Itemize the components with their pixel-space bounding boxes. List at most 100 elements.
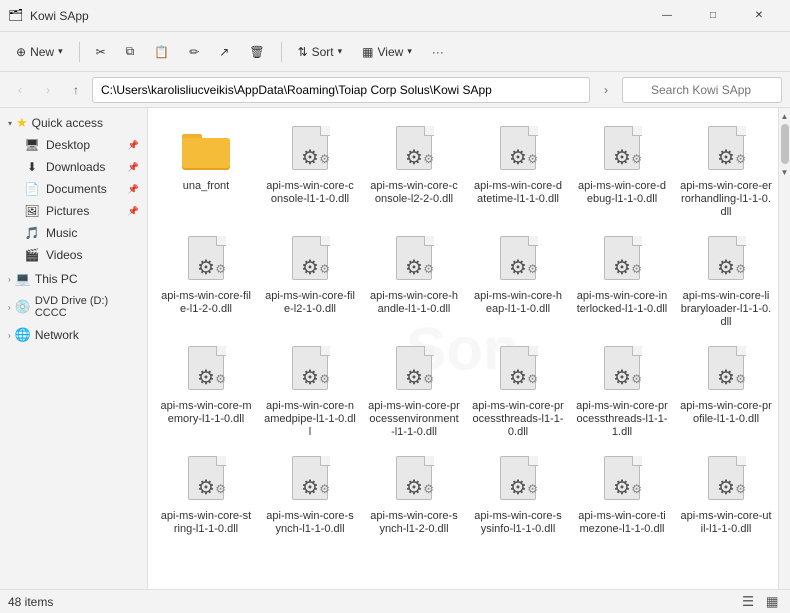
dll-icon: ⚙ ⚙ [598, 452, 646, 508]
this-pc-header[interactable]: › 💻 This PC [0, 268, 147, 290]
file-label: api-ms-win-core-synch-l1-2-0.dll [368, 510, 460, 536]
right-scrollbar[interactable]: ▲ ▼ [778, 108, 790, 589]
file-item[interactable]: ⚙ ⚙ api-ms-win-core-handle-l1-1-0.dll [364, 226, 464, 332]
file-item[interactable]: ⚙ ⚙ api-ms-win-core-processenvironment-l… [364, 336, 464, 442]
dll-icon: ⚙ ⚙ [598, 342, 646, 398]
file-label: api-ms-win-core-interlocked-l1-1-0.dll [576, 290, 668, 316]
window-title: Kowi SApp [30, 9, 644, 23]
sidebar-item-pictures[interactable]: 🖼 Pictures 📌 [0, 200, 147, 222]
file-item[interactable]: ⚙ ⚙ api-ms-win-core-file-l2-1-0.dll [260, 226, 360, 332]
small-gear-icon: ⚙ [319, 152, 330, 166]
dll-icon: ⚙ ⚙ [390, 452, 438, 508]
small-gear-icon: ⚙ [215, 262, 226, 276]
file-item[interactable]: ⚙ ⚙ api-ms-win-core-datetime-l1-1-0.dll [468, 116, 568, 222]
more-button[interactable]: ··· [424, 41, 452, 63]
sort-button[interactable]: ⇅ Sort ▾ [290, 41, 351, 63]
file-item[interactable]: ⚙ ⚙ api-ms-win-core-interlocked-l1-1-0.d… [572, 226, 672, 332]
file-item[interactable]: ⚙ ⚙ api-ms-win-core-namedpipe-l1-1-0.dll [260, 336, 360, 442]
search-input[interactable] [622, 77, 782, 103]
small-gear-icon: ⚙ [319, 482, 330, 496]
address-bar: ‹ › ↑ › 🔍 [0, 72, 790, 108]
file-item[interactable]: ⚙ ⚙ api-ms-win-core-profile-l1-1-0.dll [676, 336, 776, 442]
sidebar-item-desktop[interactable]: 🖥 Desktop 📌 [0, 134, 147, 156]
sidebar-item-videos[interactable]: 🎬 Videos [0, 244, 147, 266]
quick-access-header[interactable]: ▾ ★ Quick access [0, 112, 147, 134]
dll-icon: ⚙ ⚙ [702, 452, 750, 508]
file-item[interactable]: ⚙ ⚙ api-ms-win-core-synch-l1-2-0.dll [364, 446, 464, 542]
downloads-icon: ⬇ [24, 159, 40, 175]
address-input[interactable] [92, 77, 590, 103]
scroll-down-button[interactable]: ▼ [779, 166, 790, 178]
dll-icon: ⚙ ⚙ [286, 342, 334, 398]
dll-icon: ⚙ ⚙ [598, 122, 646, 178]
file-item[interactable]: ⚙ ⚙ api-ms-win-core-file-l1-2-0.dll [156, 226, 256, 332]
file-item[interactable]: ⚙ ⚙ api-ms-win-core-string-l1-1-0.dll [156, 446, 256, 542]
gear-icon: ⚙ [717, 255, 735, 280]
window-icon: 🗂 [8, 8, 24, 24]
gear-icon: ⚙ [301, 475, 319, 500]
gear-icon: ⚙ [405, 365, 423, 390]
file-item[interactable]: ⚙ ⚙ api-ms-win-core-console-l1-1-0.dll [260, 116, 360, 222]
dll-icon: ⚙ ⚙ [286, 122, 334, 178]
rename-button[interactable]: ✏ [181, 41, 207, 63]
sidebar-item-music[interactable]: 🎵 Music [0, 222, 147, 244]
back-button[interactable]: ‹ [8, 78, 32, 102]
dvd-chevron-icon: › [8, 303, 11, 312]
view-button[interactable]: ▦ View ▾ [354, 41, 420, 63]
dll-icon: ⚙ ⚙ [390, 232, 438, 288]
close-button[interactable]: ✕ [736, 0, 782, 32]
quick-access-chevron-icon: ▾ [8, 119, 12, 128]
sidebar-item-downloads[interactable]: ⬇ Downloads 📌 [0, 156, 147, 178]
small-gear-icon: ⚙ [527, 262, 538, 276]
file-label: api-ms-win-core-util-l1-1-0.dll [680, 510, 772, 536]
address-go-button[interactable]: › [594, 78, 618, 102]
file-item[interactable]: ⚙ ⚙ api-ms-win-core-errorhandling-l1-1-0… [676, 116, 776, 222]
list-view-button[interactable]: ☰ [738, 592, 758, 612]
network-icon: 🌐 [15, 327, 31, 343]
small-gear-icon: ⚙ [319, 372, 330, 386]
copy-button[interactable]: ⧉ [118, 40, 143, 63]
new-button[interactable]: ⊕ New ▾ [8, 41, 71, 63]
title-bar: 🗂 Kowi SApp — □ ✕ [0, 0, 790, 32]
content-area[interactable]: Son una_front ⚙ ⚙ api-ms-win-core- [148, 108, 778, 589]
view-controls: ☰ ▦ [738, 592, 782, 612]
paste-button[interactable]: 📋 [146, 41, 177, 63]
file-label: api-ms-win-core-processthreads-l1-1-1.dl… [576, 400, 668, 436]
file-item[interactable]: ⚙ ⚙ api-ms-win-core-processthreads-l1-1-… [468, 336, 568, 442]
file-item[interactable]: ⚙ ⚙ api-ms-win-core-memory-l1-1-0.dll [156, 336, 256, 442]
file-item[interactable]: ⚙ ⚙ api-ms-win-core-console-l2-2-0.dll [364, 116, 464, 222]
file-item[interactable]: ⚙ ⚙ api-ms-win-core-synch-l1-1-0.dll [260, 446, 360, 542]
sidebar-item-documents[interactable]: 📄 Documents 📌 [0, 178, 147, 200]
grid-view-button[interactable]: ▦ [762, 592, 782, 612]
share-button[interactable]: ↗ [211, 41, 237, 63]
file-item[interactable]: ⚙ ⚙ api-ms-win-core-debug-l1-1-0.dll [572, 116, 672, 222]
file-item[interactable]: ⚙ ⚙ api-ms-win-core-libraryloader-l1-1-0… [676, 226, 776, 332]
sidebar: ▾ ★ Quick access 🖥 Desktop 📌 ⬇ Downloads… [0, 108, 148, 589]
minimize-button[interactable]: — [644, 0, 690, 32]
small-gear-icon: ⚙ [527, 372, 538, 386]
small-gear-icon: ⚙ [215, 372, 226, 386]
dvd-header[interactable]: › 💿 DVD Drive (D:) CCCC [0, 292, 147, 322]
gear-icon: ⚙ [301, 365, 319, 390]
small-gear-icon: ⚙ [423, 372, 434, 386]
file-item[interactable]: una_front [156, 116, 256, 222]
file-item[interactable]: ⚙ ⚙ api-ms-win-core-util-l1-1-0.dll [676, 446, 776, 542]
scroll-up-button[interactable]: ▲ [779, 110, 790, 122]
delete-button[interactable]: 🗑 [241, 41, 272, 63]
delete-icon: 🗑 [249, 45, 264, 59]
scroll-thumb[interactable] [781, 124, 789, 164]
file-item[interactable]: ⚙ ⚙ api-ms-win-core-heap-l1-1-0.dll [468, 226, 568, 332]
small-gear-icon: ⚙ [631, 262, 642, 276]
up-button[interactable]: ↑ [64, 78, 88, 102]
maximize-button[interactable]: □ [690, 0, 736, 32]
pin-icon-documents: 📌 [128, 184, 139, 195]
file-label: api-ms-win-core-timezone-l1-1-0.dll [576, 510, 668, 536]
network-header[interactable]: › 🌐 Network [0, 324, 147, 346]
file-item[interactable]: ⚙ ⚙ api-ms-win-core-processthreads-l1-1-… [572, 336, 672, 442]
file-item[interactable]: ⚙ ⚙ api-ms-win-core-timezone-l1-1-0.dll [572, 446, 672, 542]
forward-button[interactable]: › [36, 78, 60, 102]
cut-button[interactable]: ✂ [88, 41, 114, 63]
file-item[interactable]: ⚙ ⚙ api-ms-win-core-sysinfo-l1-1-0.dll [468, 446, 568, 542]
pictures-icon: 🖼 [24, 203, 40, 219]
gear-icon: ⚙ [717, 145, 735, 170]
